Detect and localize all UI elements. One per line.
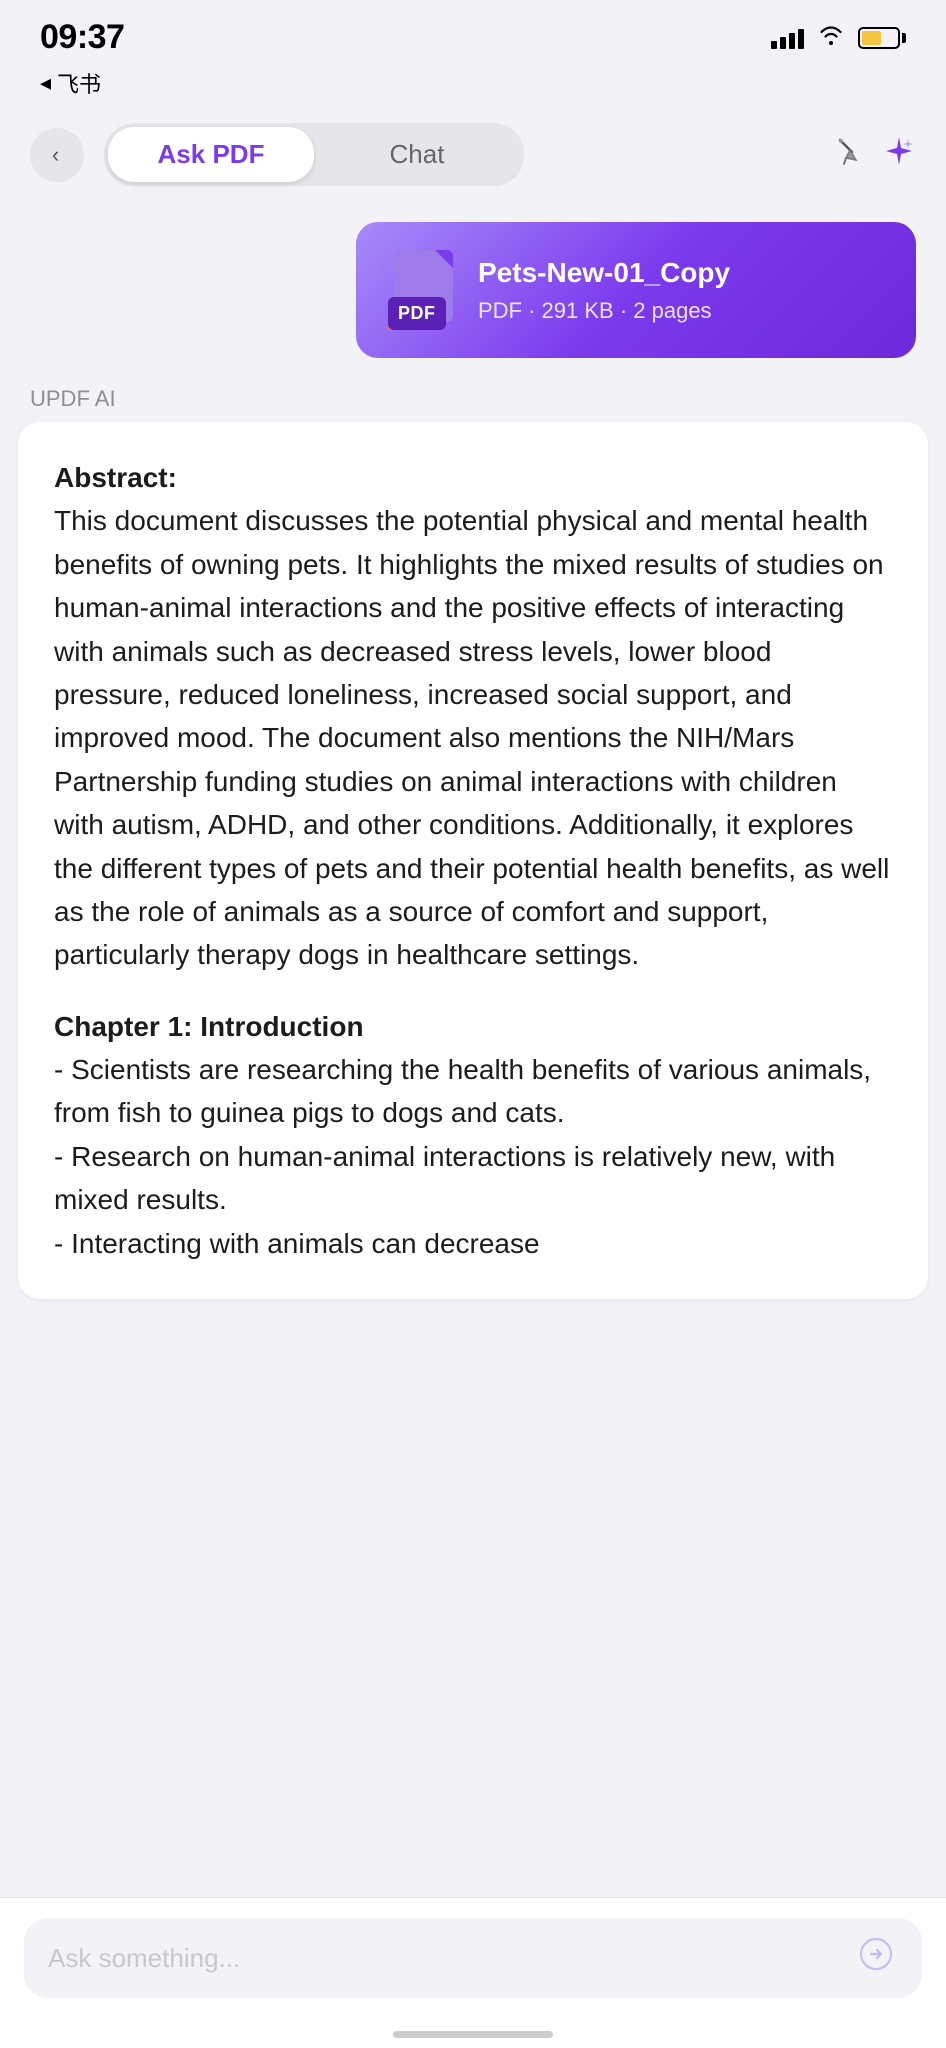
pdf-icon-wrapper: PDF bbox=[388, 250, 458, 330]
back-carrier-arrow: ◂ bbox=[40, 70, 51, 96]
battery-icon bbox=[858, 27, 906, 49]
pdf-info: Pets-New-01_Copy PDF · 291 KB · 2 pages bbox=[478, 256, 884, 324]
message-text: Abstract: This document discusses the po… bbox=[54, 456, 892, 1265]
input-area bbox=[0, 1897, 946, 2048]
pdf-badge: PDF bbox=[388, 297, 446, 330]
status-time: 09:37 bbox=[40, 18, 124, 57]
tab-ask-pdf[interactable]: Ask PDF bbox=[108, 127, 314, 182]
sparkle-icon[interactable] bbox=[882, 134, 916, 176]
ai-label: UPDF AI bbox=[0, 368, 946, 422]
nav-bar: ‹ Ask PDF Chat bbox=[0, 107, 946, 202]
signal-bars-icon bbox=[771, 27, 804, 49]
broom-icon[interactable] bbox=[832, 136, 862, 174]
home-indicator bbox=[393, 2031, 553, 2038]
message-input[interactable] bbox=[48, 1943, 842, 1974]
status-bar: 09:37 bbox=[0, 0, 946, 67]
tab-chat[interactable]: Chat bbox=[314, 127, 520, 182]
tab-switcher: Ask PDF Chat bbox=[104, 123, 524, 186]
chapter1-bullet-3: - Interacting with animals can decrease bbox=[54, 1228, 540, 1259]
nav-actions bbox=[832, 134, 916, 176]
abstract-body: This document discusses the potential ph… bbox=[54, 505, 889, 970]
pdf-filename: Pets-New-01_Copy bbox=[478, 256, 884, 290]
pdf-card-container: PDF Pets-New-01_Copy PDF · 291 KB · 2 pa… bbox=[0, 202, 946, 368]
abstract-title: Abstract: bbox=[54, 462, 177, 493]
chapter1-bullet-1: - Scientists are researching the health … bbox=[54, 1054, 871, 1128]
pdf-meta: PDF · 291 KB · 2 pages bbox=[478, 298, 884, 324]
pdf-card[interactable]: PDF Pets-New-01_Copy PDF · 291 KB · 2 pa… bbox=[356, 222, 916, 358]
send-arrow-icon bbox=[860, 1938, 892, 1978]
send-button[interactable] bbox=[854, 1936, 898, 1980]
message-bubble: Abstract: This document discusses the po… bbox=[18, 422, 928, 1299]
back-button[interactable]: ‹ bbox=[30, 128, 84, 182]
input-container bbox=[24, 1918, 922, 1998]
chapter1-title: Chapter 1: Introduction bbox=[54, 1011, 364, 1042]
chapter1-bullet-2: - Research on human-animal interactions … bbox=[54, 1141, 835, 1215]
wifi-icon bbox=[818, 25, 844, 51]
carrier-row: ◂ 飞书 bbox=[0, 67, 946, 107]
status-icons bbox=[771, 25, 906, 51]
carrier-name: 飞书 bbox=[57, 67, 101, 99]
back-chevron-icon: ‹ bbox=[52, 142, 59, 168]
